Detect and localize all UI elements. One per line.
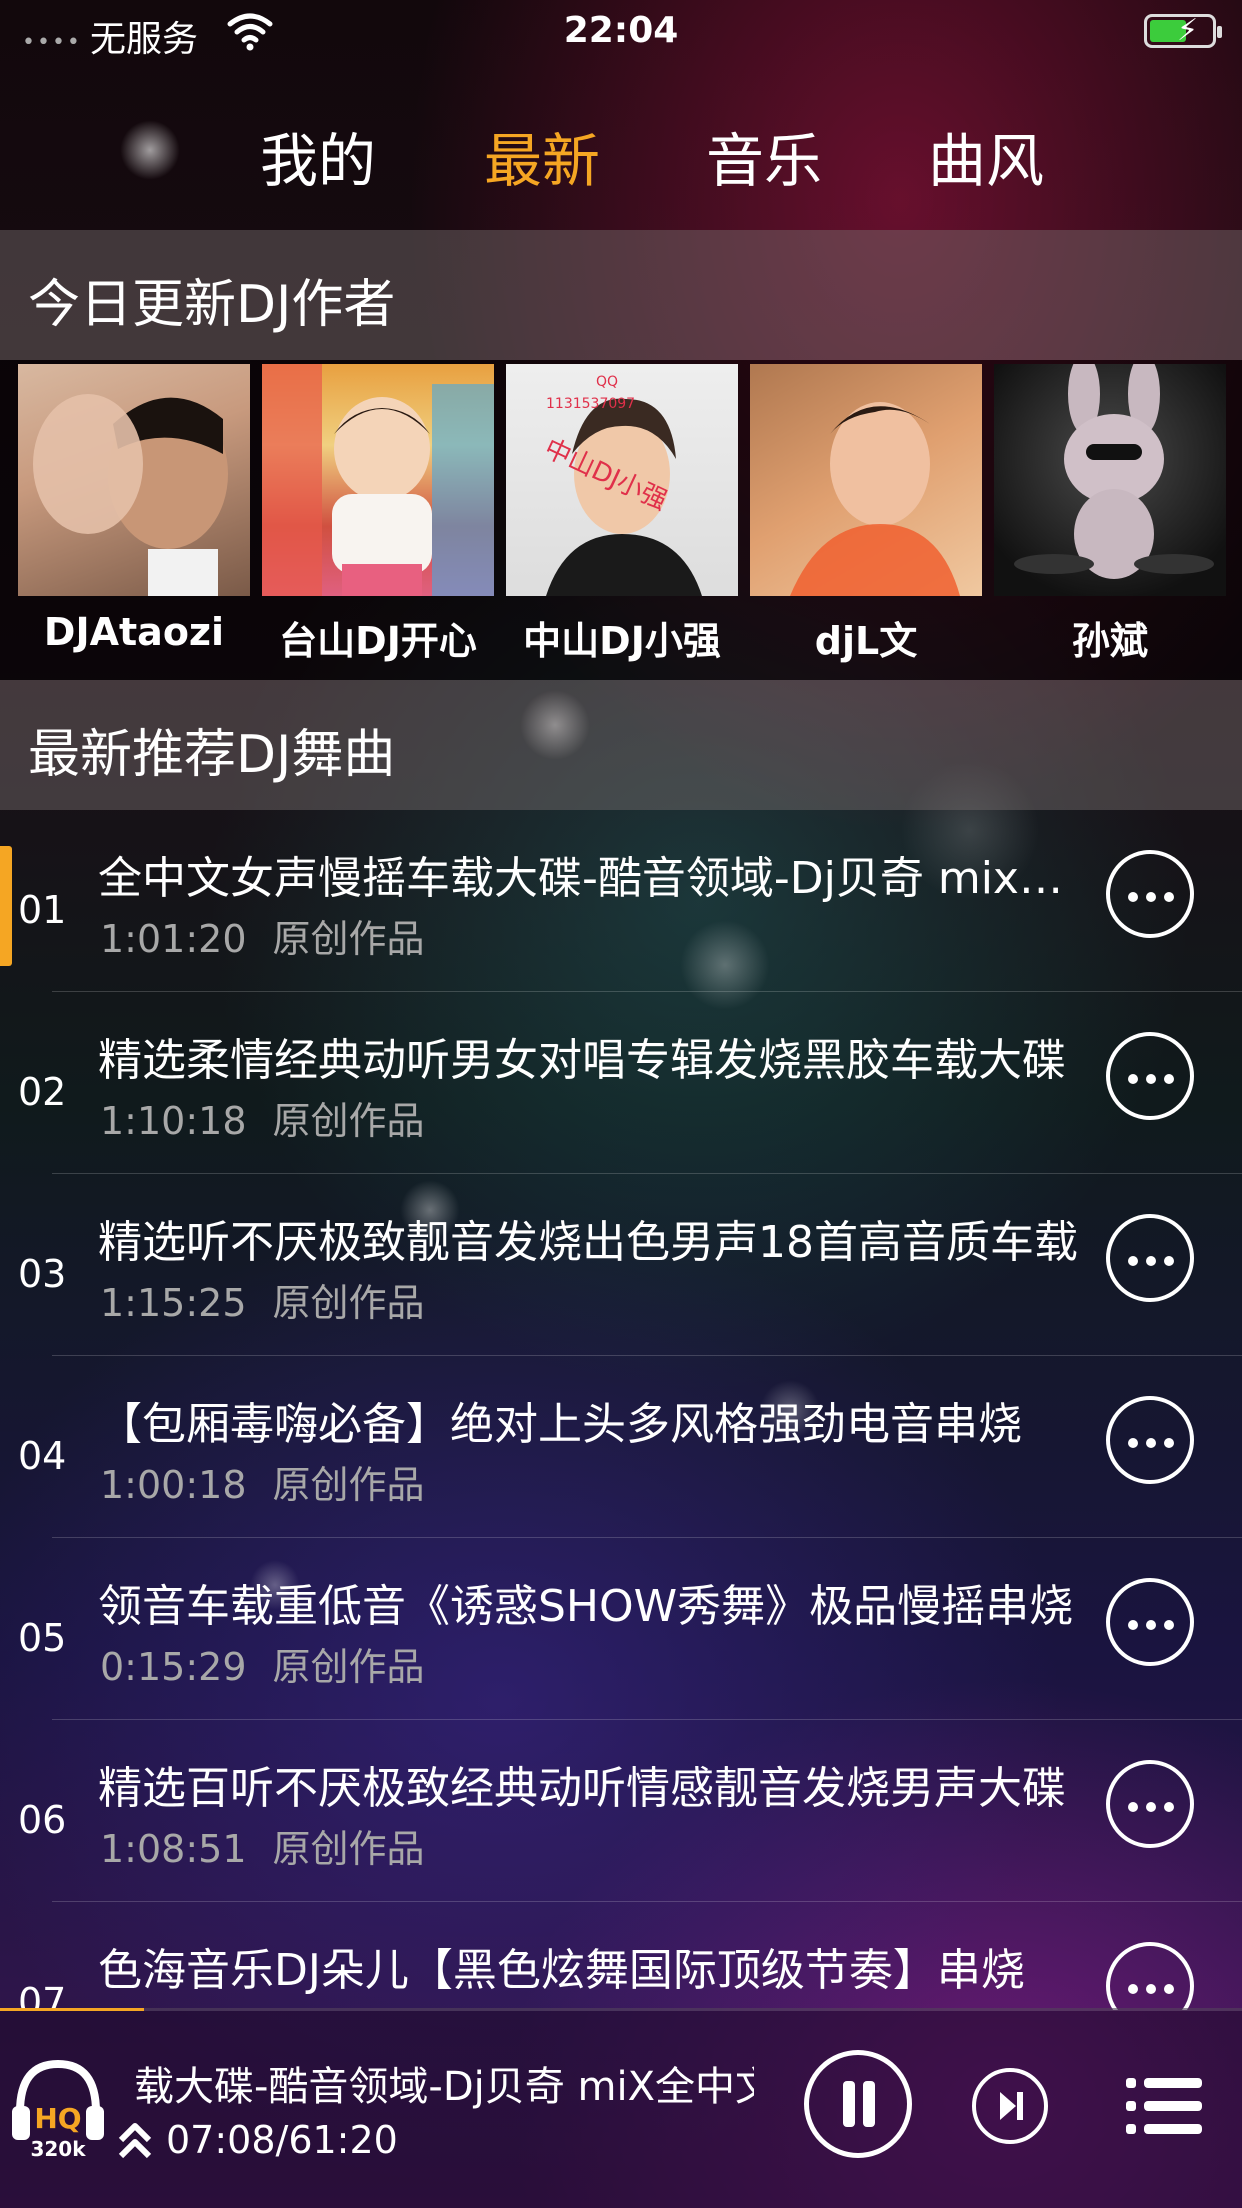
- songs-section-title: 最新推荐DJ舞曲: [28, 725, 396, 785]
- song-row[interactable]: 01 全中文女声慢摇车载大碟-酷音领域-Dj贝奇 mix全中文女声慢摇车载大碟 …: [0, 810, 1242, 992]
- next-track-button[interactable]: [972, 2068, 1048, 2144]
- tab-mine[interactable]: 我的: [260, 114, 376, 198]
- more-options-button[interactable]: [1106, 1032, 1194, 1120]
- battery-icon: ⚡: [1144, 13, 1222, 48]
- author-name: DJAtaozi: [43, 610, 225, 654]
- song-tag: 原创作品: [272, 1463, 425, 1507]
- song-title: 精选听不厌极致靓音发烧出色男声18首高音质车载: [98, 1217, 1078, 1268]
- author-avatar: [994, 364, 1226, 596]
- author-avatar: [18, 364, 250, 596]
- top-tab-bar: 我的 最新 音乐 曲风: [0, 100, 1242, 200]
- clock: 22:04: [563, 10, 679, 51]
- more-options-button[interactable]: [1106, 1942, 1194, 2010]
- mini-player[interactable]: HQ 320k 载大碟-酷音领域-Dj贝奇 miX全中文女声慢摇车载大碟 07:…: [0, 2008, 1242, 2208]
- song-row[interactable]: 07 色海音乐DJ朵儿【黑色炫舞国际顶级节奏】串烧: [0, 1902, 1242, 2010]
- song-index: 06: [18, 1798, 67, 1842]
- author-card[interactable]: 台山DJ开心: [262, 364, 494, 663]
- song-tag: 原创作品: [272, 1099, 425, 1143]
- author-name: 孙斌: [1071, 619, 1148, 663]
- song-index: 07: [18, 1980, 67, 2010]
- author-avatar: [750, 364, 982, 596]
- more-options-button[interactable]: [1106, 1578, 1194, 1666]
- author-avatar: [262, 364, 494, 596]
- song-row[interactable]: 06 精选百听不厌极致经典动听情感靓音发烧男声大碟 1:08:51 原创作品: [0, 1720, 1242, 1902]
- song-title: 色海音乐DJ朵儿【黑色炫舞国际顶级节奏】串烧: [98, 1945, 1025, 1996]
- song-index: 01: [18, 888, 67, 932]
- progress-track[interactable]: [0, 2008, 1242, 2011]
- more-options-button[interactable]: [1106, 1396, 1194, 1484]
- authors-section-title: 今日更新DJ作者: [28, 275, 396, 335]
- song-duration: 1:00:18: [100, 1463, 247, 1507]
- song-duration: 1:01:20: [100, 917, 247, 961]
- song-duration: 0:15:29: [100, 1645, 247, 1689]
- author-card[interactable]: DJAtaozi: [18, 364, 250, 654]
- pause-button[interactable]: [804, 2050, 912, 2158]
- more-options-button[interactable]: [1106, 1214, 1194, 1302]
- chevron-up-icon[interactable]: [116, 2120, 154, 2160]
- status-bar: •••• 无服务 22:04 ⚡: [0, 0, 1242, 66]
- song-tag: 原创作品: [272, 1645, 425, 1689]
- song-list[interactable]: 01 全中文女声慢摇车载大碟-酷音领域-Dj贝奇 mix全中文女声慢摇车载大碟 …: [0, 810, 1242, 2010]
- avatar-qq-label: QQ: [596, 374, 618, 390]
- song-tag: 原创作品: [272, 1827, 425, 1871]
- now-playing-title[interactable]: 载大碟-酷音领域-Dj贝奇 miX全中文女声慢摇车载大碟: [134, 2054, 754, 2112]
- author-card[interactable]: 孙斌: [994, 364, 1226, 663]
- author-name: 台山DJ开心: [279, 619, 477, 663]
- skip-next-icon: [1000, 2092, 1023, 2120]
- tab-latest[interactable]: 最新: [484, 114, 600, 198]
- hq-headphones-icon[interactable]: HQ 320k: [8, 2050, 108, 2160]
- song-index: 03: [18, 1252, 67, 1296]
- playlist-icon[interactable]: [1126, 2076, 1202, 2136]
- author-avatar: QQ 1131537097 中山DJ小强: [506, 364, 738, 596]
- song-row[interactable]: 05 领音车载重低音《诱惑SHOW秀舞》极品慢摇串烧 0:15:29 原创作品: [0, 1538, 1242, 1720]
- now-playing-marker: [0, 846, 12, 966]
- song-duration: 1:08:51: [100, 1827, 247, 1871]
- song-index: 05: [18, 1616, 67, 1660]
- author-name: 中山DJ小强: [523, 619, 721, 663]
- authors-carousel[interactable]: DJAtaozi 台山DJ开心 QQ 1131537097 中山DJ小强 中山D…: [0, 360, 1242, 680]
- song-row[interactable]: 03 精选听不厌极致靓音发烧出色男声18首高音质车载 1:15:25 原创作品: [0, 1174, 1242, 1356]
- song-title: 【包厢毒嗨必备】绝对上头多风格强劲电音串烧: [98, 1399, 1022, 1450]
- playback-time: 07:08/61:20: [166, 2118, 398, 2162]
- bitrate-label: 320k: [30, 2137, 86, 2160]
- song-index: 04: [18, 1434, 67, 1478]
- authors-section-header: 今日更新DJ作者: [0, 230, 1242, 360]
- more-options-button[interactable]: [1106, 1760, 1194, 1848]
- song-tag: 原创作品: [272, 1281, 425, 1325]
- song-title: 精选百听不厌极致经典动听情感靓音发烧男声大碟: [98, 1763, 1066, 1814]
- quality-label: HQ: [34, 2102, 81, 2135]
- song-tag: 原创作品: [272, 917, 425, 961]
- author-card[interactable]: QQ 1131537097 中山DJ小强 中山DJ小强: [506, 364, 738, 663]
- song-title: 领音车载重低音《诱惑SHOW秀舞》极品慢摇串烧: [98, 1581, 1074, 1632]
- song-row[interactable]: 02 精选柔情经典动听男女对唱专辑发烧黑胶车载大碟 1:10:18 原创作品: [0, 992, 1242, 1174]
- tab-genre[interactable]: 曲风: [928, 114, 1044, 198]
- songs-section-header: 最新推荐DJ舞曲: [0, 680, 1242, 810]
- more-options-button[interactable]: [1106, 850, 1194, 938]
- song-duration: 1:15:25: [100, 1281, 247, 1325]
- tab-music[interactable]: 音乐: [706, 114, 822, 198]
- song-index: 02: [18, 1070, 67, 1114]
- progress-fill: [0, 2008, 144, 2011]
- song-row[interactable]: 04 【包厢毒嗨必备】绝对上头多风格强劲电音串烧 1:00:18 原创作品: [0, 1356, 1242, 1538]
- author-name: djL文: [814, 619, 918, 663]
- song-title: 全中文女声慢摇车载大碟-酷音领域-Dj贝奇 mix全中文女声慢摇车载大碟: [98, 853, 1078, 904]
- author-card[interactable]: djL文: [750, 364, 982, 663]
- song-duration: 1:10:18: [100, 1099, 247, 1143]
- song-title: 精选柔情经典动听男女对唱专辑发烧黑胶车载大碟: [98, 1035, 1066, 1086]
- avatar-qq-number: 1131537097: [546, 396, 635, 412]
